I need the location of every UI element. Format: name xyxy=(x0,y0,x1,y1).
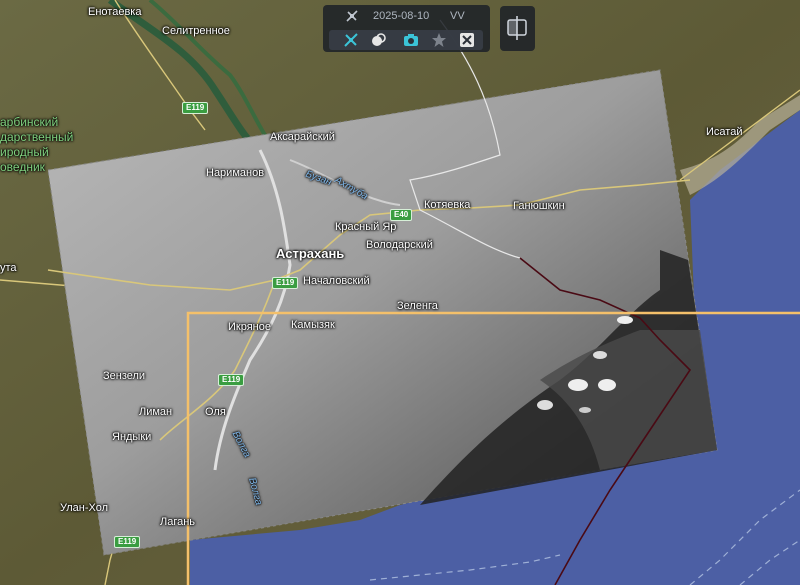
compare-button[interactable] xyxy=(455,30,479,50)
sar-island xyxy=(598,379,616,391)
place-label: Исатай xyxy=(706,126,743,138)
layers-button[interactable] xyxy=(367,30,391,50)
place-label: Икряное xyxy=(228,321,271,333)
place-label: Лиман xyxy=(139,406,173,418)
compare-icon xyxy=(460,33,474,47)
place-label: Зензели xyxy=(103,370,146,382)
place-label: Енотаевка xyxy=(88,6,142,18)
road-shield: E119 xyxy=(114,536,141,548)
sar-island xyxy=(617,316,633,324)
place-label: ута xyxy=(0,262,17,274)
place-label: Оля xyxy=(205,406,226,418)
place-label: Началовский xyxy=(303,275,370,287)
action-buttons xyxy=(329,30,483,50)
favorite-button[interactable] xyxy=(427,30,451,50)
sar-island xyxy=(579,407,591,413)
place-label: Зеленга xyxy=(397,300,438,312)
road-shield: E40 xyxy=(390,209,413,221)
satellite-icon xyxy=(344,33,358,47)
place-label: Красный Яр xyxy=(335,221,397,233)
road-shield: E119 xyxy=(272,277,299,289)
scene-info-row: 2025-08-10 VV xyxy=(323,8,490,26)
split-view-icon xyxy=(507,16,527,40)
star-icon xyxy=(432,33,446,47)
city-label-astrakhan: Астрахань xyxy=(276,246,345,261)
place-label: Лагань xyxy=(160,516,196,528)
camera-button[interactable] xyxy=(399,30,423,50)
place-label: Котяевка xyxy=(424,199,471,211)
place-label: Яндыки xyxy=(112,431,152,443)
satellite-icon[interactable] xyxy=(345,9,359,28)
satellite-basemap[interactable] xyxy=(0,0,800,585)
reserve-label: дарственный xyxy=(0,130,74,144)
split-view-button[interactable] xyxy=(500,6,535,51)
scene-date[interactable]: 2025-08-10 xyxy=(373,10,429,22)
camera-icon xyxy=(404,34,418,46)
place-label: Селитренное xyxy=(162,25,230,37)
place-label: Аксарайский xyxy=(270,131,335,143)
road-shield: E119 xyxy=(182,102,209,114)
satellite-button[interactable] xyxy=(339,30,363,50)
polarization-label[interactable]: VV xyxy=(450,10,465,22)
scene-toolbar: 2025-08-10 VV xyxy=(323,5,490,52)
reserve-label: оведник xyxy=(0,160,45,174)
sar-island xyxy=(568,379,588,391)
place-label: Володарский xyxy=(366,239,433,251)
place-label: Улан-Хол xyxy=(60,502,109,514)
place-label: Ганюшкин xyxy=(513,200,565,212)
sar-island xyxy=(537,400,553,410)
reserve-label: арбинский xyxy=(0,115,59,129)
place-label: Нариманов xyxy=(206,167,265,179)
road-shield: E119 xyxy=(218,374,245,386)
reserve-label: иродный xyxy=(0,145,49,159)
place-label: Камызяк xyxy=(291,319,335,331)
sar-island xyxy=(593,351,607,359)
layers-icon xyxy=(372,33,386,46)
